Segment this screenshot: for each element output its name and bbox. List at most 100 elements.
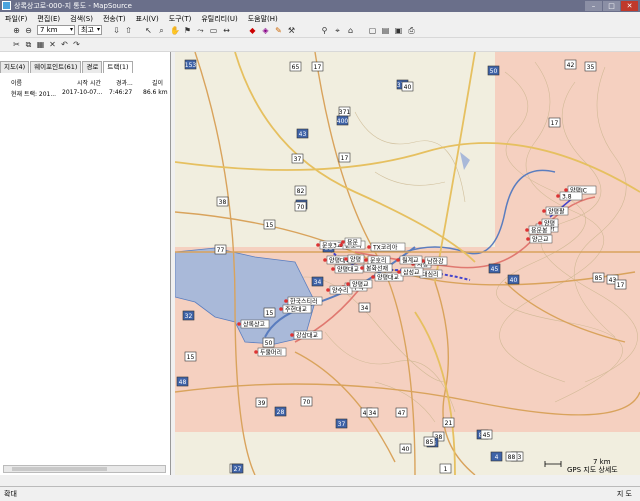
zoom-in-icon[interactable]: ⊕ [12,26,21,35]
waypoint-label[interactable]: 3.8 [556,191,583,201]
waypoint-label[interactable]: 상록상고 [237,319,270,329]
paste-icon[interactable]: ▦ [36,40,45,49]
svg-text:양평팔: 양평팔 [548,208,565,216]
road-shield: 27 [231,463,244,474]
svg-text:한국스티러: 한국스티러 [290,298,318,306]
menu-search[interactable]: 검색(S) [65,12,98,24]
svg-text:17: 17 [617,282,625,289]
menu-tools[interactable]: 도구(T) [164,12,197,24]
menu-view[interactable]: 표시(V) [131,12,164,24]
waypoint-label[interactable]: TX코리아 [367,242,406,252]
svg-text:용문봉: 용문봉 [531,227,548,235]
app-icon [2,1,11,10]
find-icon[interactable]: ⚲ [320,26,329,35]
new-file-icon[interactable]: ▢ [368,26,377,35]
waypoint-label[interactable]: 양평대교 [331,264,364,274]
print-icon[interactable]: ⎙ [407,26,416,35]
road-shield: 35 [584,61,597,72]
waypoint-label[interactable]: 양평팔 [542,206,569,216]
svg-text:47: 47 [398,410,406,417]
chevron-down-icon: ▾ [96,26,100,33]
tab-routes[interactable]: 경로 [82,61,103,73]
receive-device-icon[interactable]: ⇩ [112,26,121,35]
send-device-icon[interactable]: ⇧ [124,26,133,35]
waypoint-label[interactable]: 양근교 [526,234,553,244]
road-shield: 42 [564,59,577,70]
road-shield: 15 [184,351,197,362]
menu-edit[interactable]: 편집(E) [32,12,65,24]
waypoint-label[interactable]: 삼성교 [397,267,424,277]
waypoint-label[interactable]: 두물머리 [254,347,287,357]
col-length[interactable]: 길이 [152,78,163,87]
minimize-button[interactable]: – [585,1,602,11]
erase-tool-icon[interactable]: ▭ [209,26,218,35]
waypoint-label[interactable]: 양평대교 [371,272,404,282]
map-view[interactable]: 1536517504235373403714001717433782773877… [175,52,640,475]
svg-text:양평대교: 양평대교 [377,274,400,282]
menu-help[interactable]: 도움말(H) [243,12,283,24]
find-address-icon[interactable]: ⌂ [346,26,355,35]
road-shield: 32 [182,310,195,321]
waypoint-label[interactable]: 용문봉 [525,225,552,235]
road-shield: 70 [294,201,307,212]
tab-tracks[interactable]: 트랙(1) [103,61,133,73]
road-shield: 40 [507,274,520,285]
svg-text:월계교: 월계교 [402,257,419,265]
waypoint-label[interactable]: 강상대교 [290,330,323,340]
tool-icon[interactable]: ⚒ [287,26,296,35]
svg-text:15: 15 [266,222,274,229]
pan-tool-icon[interactable]: ✋ [170,26,180,35]
col-name[interactable]: 이름 [11,78,22,87]
svg-text:두물머리: 두물머리 [260,349,282,357]
route-tool-icon[interactable]: ⤳ [196,26,205,35]
route-icon[interactable]: ✎ [274,26,283,35]
svg-text:28: 28 [277,409,285,416]
zoom-select[interactable]: 7 km ▾ [37,25,75,35]
delete-icon[interactable]: ✕ [48,40,57,49]
measure-tool-icon[interactable]: ↔ [222,26,231,35]
road-shield: 48 [176,376,189,387]
waypoint-label[interactable]: 한국스티러 [284,296,323,306]
map-canvas[interactable]: 1536517504235373403714001717433782773877… [175,52,640,475]
open-file-icon[interactable]: ▤ [381,26,390,35]
waypoint-label[interactable]: 양수리 [326,285,353,295]
cut-icon[interactable]: ✂ [12,40,21,49]
horizontal-scrollbar[interactable] [3,465,166,473]
waypoint-label[interactable]: 양평교 [346,279,373,289]
close-button[interactable]: ✕ [621,1,638,11]
track-icon[interactable]: ◈ [261,26,270,35]
waypoint-label[interactable]: 문호리 [364,255,391,265]
menu-file[interactable]: 파일(F) [0,12,32,24]
waypoint-tool-icon[interactable]: ⚑ [183,26,192,35]
col-elapsed[interactable]: 경과... [116,78,133,87]
redo-icon[interactable]: ↷ [72,40,81,49]
select-tool-icon[interactable]: ↖ [144,26,153,35]
tab-maps[interactable]: 지도(4) [0,61,30,73]
track-length: 86.6 km [143,89,168,96]
scrollbar-thumb[interactable] [12,467,107,471]
copy-icon[interactable]: ⧉ [24,40,33,49]
waypoint-label[interactable]: 남한강 [421,256,448,266]
find-place-icon[interactable]: ⌖ [333,26,342,35]
detail-select[interactable]: 최고 ▾ [78,25,102,35]
map-layer-icon[interactable]: ◆ [248,26,257,35]
svg-text:봉화선재: 봉화선재 [366,265,388,273]
road-shield: 15 [263,219,276,230]
waypoint-label[interactable]: 봉화선재 [360,263,393,273]
waypoint-label[interactable]: 월계교 [396,255,423,265]
zoom-out-icon[interactable]: ⊖ [24,26,33,35]
svg-text:70: 70 [297,204,305,211]
maximize-button[interactable]: □ [603,1,620,11]
tab-waypoints[interactable]: 웨이포인트(61) [30,61,82,73]
svg-text:77: 77 [217,247,225,254]
menu-utility[interactable]: 유틸리티(U) [196,12,242,24]
save-icon[interactable]: ▣ [394,26,403,35]
waypoint-label[interactable]: 주헌대교 [279,304,312,314]
menu-transfer[interactable]: 전송(T) [98,12,131,24]
table-row[interactable]: 현재 트랙: 201... 2017-10-07... 7:46:27 86.6… [3,87,168,98]
col-start-time[interactable]: 시작 시간 [77,78,101,87]
svg-text:88: 88 [508,454,516,461]
svg-text:40: 40 [510,277,518,284]
undo-icon[interactable]: ↶ [60,40,69,49]
zoom-tool-icon[interactable]: ⌕ [157,26,166,35]
